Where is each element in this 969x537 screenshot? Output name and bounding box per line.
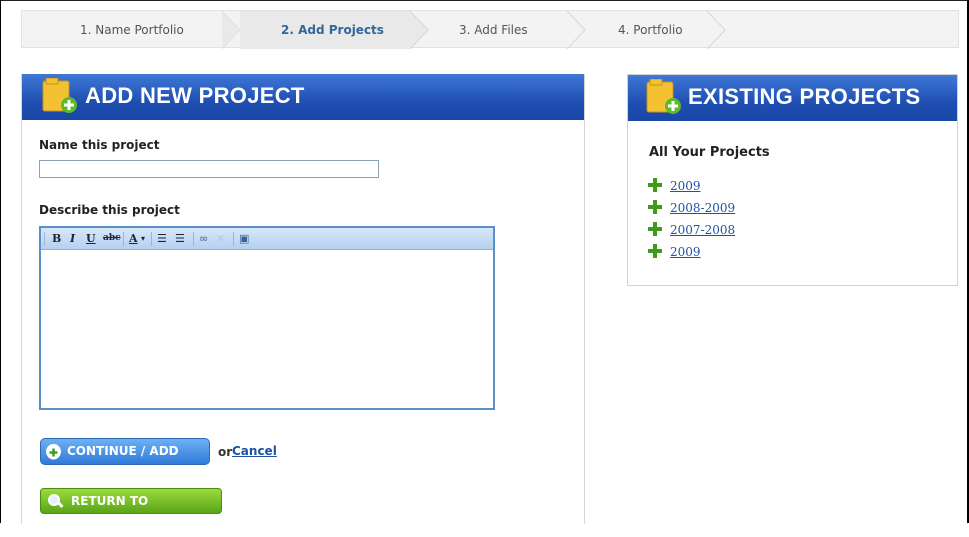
describe-project-label: Describe this project [39,203,180,217]
magnifier-icon [47,493,65,511]
link-icon[interactable]: ∞ [199,231,208,246]
list-item: 2007-2008 [648,221,735,243]
step-chevron [410,11,430,49]
toolbar-separator [193,232,194,246]
continue-add-files-button[interactable]: CONTINUE / ADD FILES [40,438,210,483]
project-link[interactable]: 2009 [670,179,701,193]
list-item: 2009 [648,177,735,199]
font-color-dropdown-icon[interactable]: ▾ [141,231,145,246]
list-item: 2008-2009 [648,199,735,221]
existing-projects-title: EXISTING PROJECTS [688,84,921,109]
step-chevron [222,11,242,49]
folder-add-icon [646,78,684,115]
bold-button[interactable]: B [52,231,61,246]
plus-icon[interactable] [648,178,662,192]
toolbar-separator [123,232,124,246]
step-name-portfolio[interactable]: 1. Name Portfolio [80,11,184,49]
cancel-link[interactable]: Cancel [232,444,277,458]
step-chevron [567,11,587,49]
plus-circle-icon [46,444,61,460]
strikethrough-button[interactable]: abc [103,231,121,246]
project-name-input[interactable] [39,160,379,178]
project-link[interactable]: 2008-2009 [670,201,735,215]
add-project-title: ADD NEW PROJECT [85,83,305,108]
name-project-label: Name this project [39,138,160,152]
toolbar-separator [233,232,234,246]
plus-icon[interactable] [648,244,662,258]
all-projects-heading: All Your Projects [649,145,770,160]
add-project-header: ADD NEW PROJECT [22,74,584,120]
folder-add-icon [42,77,80,114]
continue-button-label: CONTINUE / ADD FILES [67,444,179,483]
toolbar-separator [151,232,152,246]
list-item: 2009 [648,243,735,265]
step-add-projects[interactable]: 2. Add Projects [281,11,384,49]
return-to-portfolio-button[interactable]: RETURN TO PORTFOLIO [40,488,222,532]
toolbar-grip [44,232,45,246]
ordered-list-icon[interactable]: ☰ [157,231,167,246]
step-portfolio[interactable]: 4. Portfolio [618,11,683,49]
description-editor: B I U abc A ▾ ☰ ☰ ∞ ✕ ▣ [39,226,495,410]
source-icon[interactable]: ▣ [239,231,249,246]
existing-projects-panel: EXISTING PROJECTS All Your Projects 2009… [627,74,958,286]
plus-icon[interactable] [648,222,662,236]
plus-icon[interactable] [648,200,662,214]
project-link[interactable]: 2009 [670,245,701,259]
unordered-list-icon[interactable]: ☰ [175,231,185,246]
existing-projects-header: EXISTING PROJECTS [628,75,957,121]
description-textarea[interactable] [41,250,493,408]
add-project-panel: ADD NEW PROJECT Name this project Descri… [21,74,585,532]
unlink-icon: ✕ [216,232,226,245]
font-color-button[interactable]: A [129,231,138,246]
editor-toolbar: B I U abc A ▾ ☰ ☰ ∞ ✕ ▣ [41,228,493,250]
underline-button[interactable]: U [86,231,96,246]
project-link[interactable]: 2007-2008 [670,223,735,237]
return-button-label: RETURN TO PORTFOLIO [71,494,149,532]
italic-button[interactable]: I [70,231,75,246]
step-add-files[interactable]: 3. Add Files [459,11,528,49]
wizard-steps: 1. Name Portfolio 2. Add Projects 3. Add… [21,10,959,49]
step-chevron [707,11,727,49]
or-text: or [218,445,233,459]
project-list: 2009 2008-2009 2007-2008 2009 [648,177,735,265]
page-frame: 1. Name Portfolio 2. Add Projects 3. Add… [0,0,969,532]
